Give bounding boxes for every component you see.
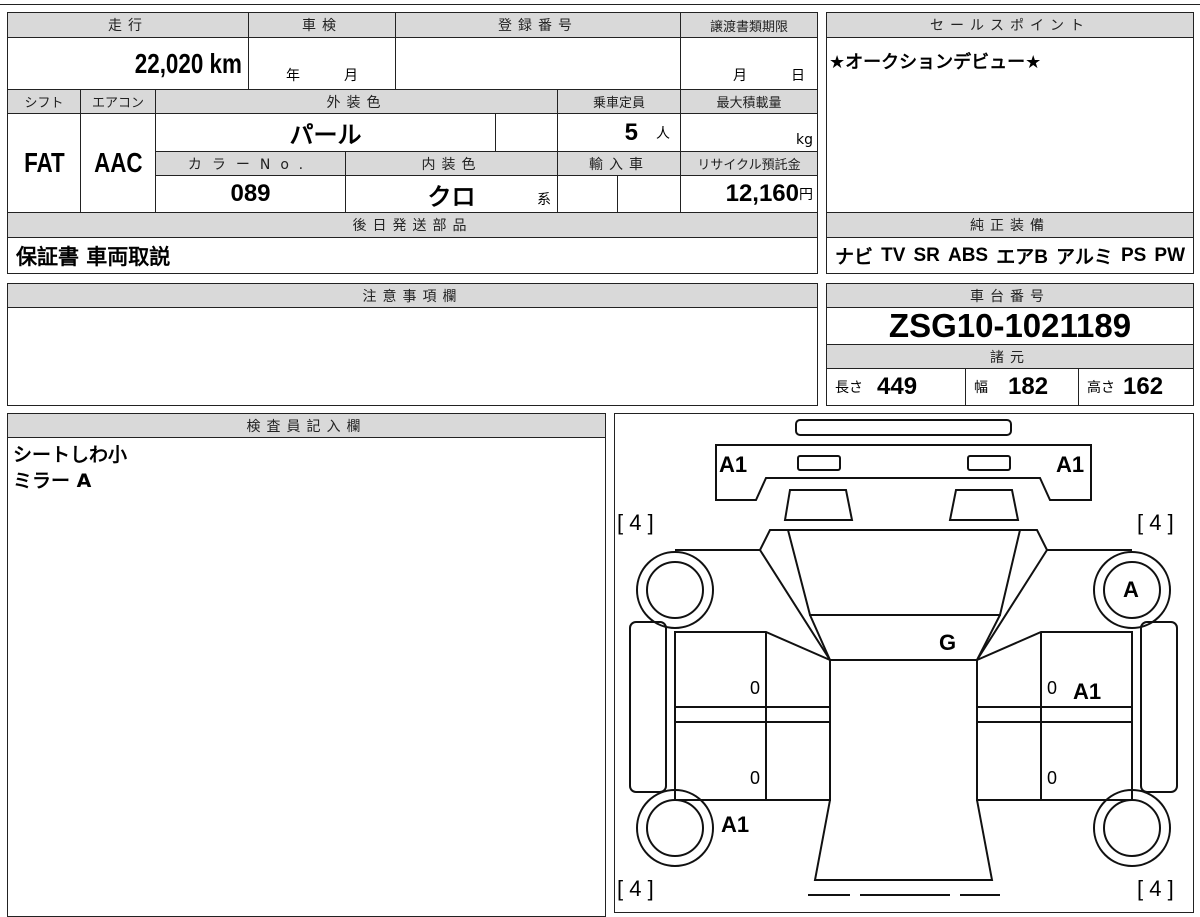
sales-point-header: セールスポイント: [826, 12, 1194, 38]
exterior-cell: パール: [155, 113, 496, 152]
capacity-unit: 人: [656, 125, 670, 142]
exterior-value: パール: [289, 122, 362, 149]
max-load-header: 最大積載量: [680, 89, 818, 114]
height-value: 162: [1123, 373, 1164, 400]
car-outline-icon: [628, 418, 1178, 896]
length-label: 長さ: [835, 380, 863, 396]
color-no-value: 089: [230, 180, 271, 207]
shift-cell: FAT: [7, 113, 81, 213]
transfer-header: 譲渡書類期限: [680, 12, 818, 38]
transfer-cell: 月日: [680, 37, 818, 90]
equipment-item: ナビ: [835, 247, 874, 268]
equipment-cell: ナビ TV SR ABS エアB アルミ PS PW: [826, 237, 1194, 274]
width-cell: 幅 182: [965, 368, 1079, 406]
exterior-header: 外装色: [155, 89, 558, 114]
chassis-value: ZSG10-1021189: [888, 307, 1132, 344]
recycle-unit: 円: [799, 187, 813, 203]
shift-value: FAT: [23, 147, 65, 178]
transfer-month: 月: [733, 68, 747, 84]
sales-point-text: ★オークションデビュー★: [829, 52, 1042, 73]
tire-label: [ 4 ]: [617, 510, 654, 535]
damage-label: A1: [721, 812, 750, 837]
mileage-header: 走行: [7, 12, 249, 38]
damage-label: A1: [1056, 452, 1085, 477]
shaken-year: 年: [286, 68, 300, 84]
color-no-cell: 089: [155, 175, 346, 213]
car-diagram: A1 A1 [ 4 ] [ 4 ] A G 0 0 A1 0 0 A1 [ 4 …: [614, 413, 1194, 913]
inspector-line: シートしわ小: [13, 444, 128, 466]
capacity-value: 5: [624, 118, 638, 146]
mileage-value: 22,020 km: [134, 47, 242, 79]
registration-header: 登録番号: [395, 12, 681, 38]
damage-label: 0: [750, 768, 761, 788]
recycle-header: リサイクル預託金: [680, 151, 818, 176]
registration-cell: [395, 37, 681, 90]
interior-value: クロ: [427, 183, 476, 211]
damage-label: A1: [719, 452, 748, 477]
equipment-item: PW: [1154, 244, 1185, 266]
top-strip: [0, 0, 1200, 5]
equipment-item: ABS: [947, 244, 989, 266]
inspector-cell: [7, 437, 606, 917]
ac-value: AAC: [93, 147, 143, 178]
interior-header: 内装色: [345, 151, 558, 176]
equipment-item: SR: [913, 244, 940, 266]
damage-label: A: [1123, 577, 1139, 602]
capacity-cell: 5人: [557, 113, 681, 152]
capacity-header: 乗車定員: [557, 89, 681, 114]
notes-cell: [7, 307, 818, 406]
chassis-header: 車台番号: [826, 283, 1194, 308]
tire-label: [ 4 ]: [617, 876, 654, 901]
mileage-cell: 22,020 km: [7, 37, 249, 90]
interior-cell: クロ 系: [345, 175, 558, 213]
interior-suffix: 系: [537, 192, 551, 208]
equipment-item: アルミ: [1056, 247, 1113, 268]
shift-header: シフト: [7, 89, 81, 114]
ac-header: エアコン: [80, 89, 156, 114]
tire-label: [ 4 ]: [1137, 510, 1174, 535]
width-label: 幅: [974, 380, 988, 396]
max-load-cell: kg: [680, 113, 818, 152]
damage-label: 0: [1047, 678, 1058, 698]
damage-label: 0: [1047, 768, 1058, 788]
shaken-header: 車検: [248, 12, 396, 38]
equipment-item: エアB: [996, 247, 1048, 268]
equipment-item: TV: [881, 244, 906, 266]
equipment-header: 純正装備: [826, 212, 1194, 238]
later-parts-cell: 保証書 車両取説: [7, 237, 818, 274]
later-parts-value: 保証書 車両取説: [16, 244, 171, 269]
equipment-item: PS: [1120, 244, 1147, 266]
import-cell-a: [557, 175, 618, 213]
inspector-header: 検査員記入欄: [7, 413, 606, 438]
import-cell-b: [617, 175, 681, 213]
spec-header: 諸元: [826, 344, 1194, 369]
recycle-cell: 12,160 円: [680, 175, 818, 213]
transfer-day: 日: [791, 68, 805, 84]
later-parts-header: 後日発送部品: [7, 212, 818, 238]
import-header: 輸入車: [557, 151, 681, 176]
shaken-cell: 年月: [248, 37, 396, 90]
notes-header: 注意事項欄: [7, 283, 818, 308]
sales-point-cell: ★オークションデビュー★: [826, 37, 1194, 213]
recycle-value: 12,160: [725, 180, 799, 207]
exterior-extra-cell: [495, 113, 558, 152]
length-cell: 長さ 449: [826, 368, 966, 406]
chassis-cell: ZSG10-1021189: [826, 307, 1194, 345]
length-value: 449: [877, 373, 918, 400]
width-value: 182: [1008, 373, 1049, 400]
damage-label: G: [939, 630, 957, 655]
ac-cell: AAC: [80, 113, 156, 213]
max-load-unit: kg: [796, 132, 813, 148]
damage-label: A1: [1073, 679, 1102, 704]
height-cell: 高さ 162: [1078, 368, 1194, 406]
inspector-line: ミラー A: [13, 470, 92, 492]
height-label: 高さ: [1087, 380, 1115, 396]
tire-label: [ 4 ]: [1137, 876, 1174, 901]
damage-label: 0: [750, 678, 761, 698]
color-no-header: カラーNo.: [155, 151, 346, 176]
shaken-month: 月: [344, 68, 358, 84]
